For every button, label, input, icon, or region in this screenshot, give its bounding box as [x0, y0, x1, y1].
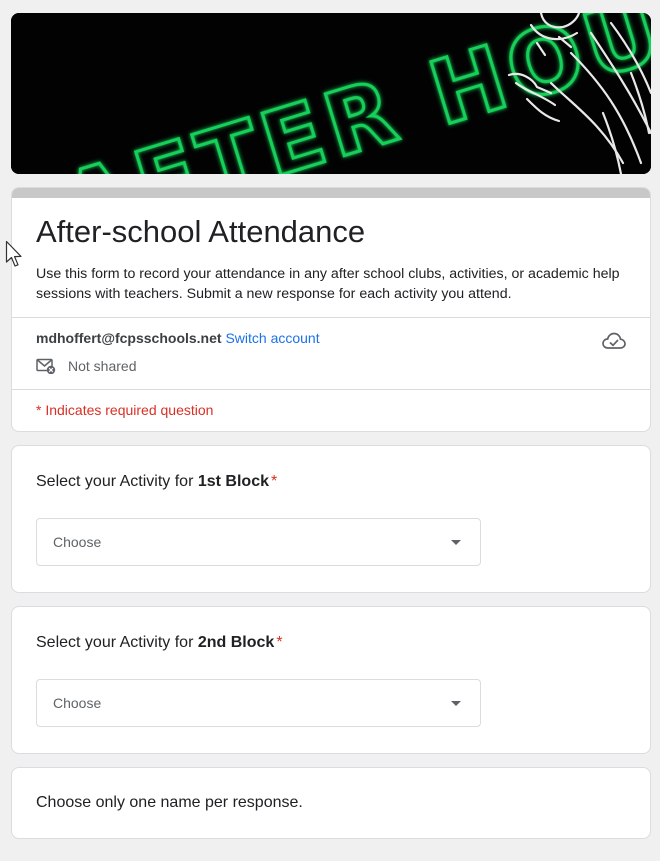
dropdown-placeholder: Choose — [53, 695, 102, 711]
dropdown-arrow-icon — [451, 540, 461, 545]
mouse-pointer-icon — [5, 240, 22, 267]
question-prefix: Select your Activity for — [36, 634, 198, 651]
question-prefix: Select your Activity for — [36, 473, 198, 490]
question-block-name: 2nd Block — [197, 634, 275, 651]
question-block-name: 1st Block — [197, 473, 269, 490]
not-shared-label: Not shared — [68, 358, 137, 374]
question-card-1st-block: Select your Activity for 1st Block * Choo… — [11, 445, 651, 593]
form-page: AFTER HOURS After-school Attendance Use … — [11, 13, 651, 839]
header-color-strip — [12, 188, 650, 198]
sharing-status: Not shared — [36, 358, 626, 374]
question-card-2nd-block: Select your Activity for 2nd Block * Choo… — [11, 606, 651, 754]
after-hours-banner-art: AFTER HOURS — [11, 13, 651, 174]
dropdown-arrow-icon — [451, 701, 461, 706]
instruction-text: Choose only one name per response. — [36, 794, 303, 811]
mail-crossed-icon — [36, 358, 56, 374]
cloud-check-icon[interactable] — [602, 331, 626, 351]
form-title: After-school Attendance — [36, 214, 366, 249]
question-title: Select your Activity for 1st Block * — [36, 472, 626, 492]
dropdown-placeholder: Choose — [53, 534, 102, 550]
account-line: mdhoffert@fcpsschools.net Switch account — [36, 330, 626, 347]
account-section: mdhoffert@fcpsschools.net Switch account… — [12, 318, 650, 389]
required-asterisk: * — [270, 473, 278, 490]
required-note: * Indicates required question — [36, 402, 214, 418]
required-asterisk: * — [276, 634, 283, 651]
account-email: mdhoffert@fcpsschools.net — [36, 330, 222, 346]
activity-dropdown-1st-block[interactable]: Choose — [36, 518, 481, 566]
question-title: Select your Activity for 2nd Block * — [36, 633, 626, 653]
switch-account-link[interactable]: Switch account — [225, 330, 319, 346]
activity-dropdown-2nd-block[interactable]: Choose — [36, 679, 481, 727]
instruction-card: Choose only one name per response. — [11, 767, 651, 839]
form-description: Use this form to record your attendance … — [36, 266, 620, 302]
form-header-card: After-school Attendance Use this form to… — [11, 187, 651, 432]
header-banner-image: AFTER HOURS — [11, 13, 651, 174]
